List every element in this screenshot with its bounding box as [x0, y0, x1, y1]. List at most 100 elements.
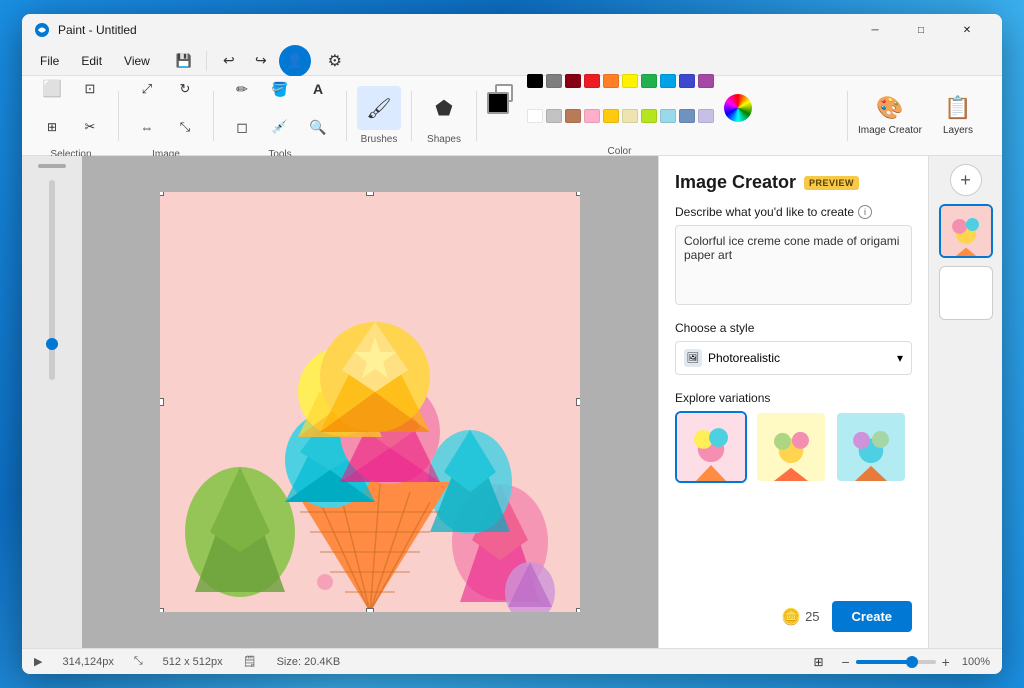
select-free-btn[interactable]: ⊡ — [72, 71, 108, 107]
sep1 — [118, 91, 119, 141]
eyedropper-btn[interactable]: 💉 — [262, 109, 298, 145]
color-swatch[interactable] — [546, 74, 562, 88]
zoom-track[interactable] — [49, 180, 55, 380]
tools-group: ✏ 🪣 A ◻ 💉 🔍 Tools — [224, 71, 336, 160]
variation-2-img — [757, 413, 825, 481]
select-crop-btn[interactable]: ✂ — [72, 109, 108, 145]
layers-icon: 📋 — [944, 95, 971, 121]
color-swatch[interactable] — [641, 74, 657, 88]
zoom-thumb[interactable] — [46, 338, 58, 350]
resize-btn[interactable]: ⤢ — [129, 71, 165, 107]
shapes-group: ⬟ Shapes — [422, 86, 466, 145]
color-swatch[interactable] — [527, 109, 543, 123]
main-area: Image Creator PREVIEW Describe what you'… — [22, 156, 1002, 648]
left-panel — [22, 156, 82, 648]
preview-badge: PREVIEW — [804, 176, 859, 190]
color-swatch[interactable] — [698, 74, 714, 88]
describe-label: Describe what you'd like to create — [675, 205, 854, 219]
color-swatch[interactable] — [679, 74, 695, 88]
image-creator-icon: 🎨 — [876, 95, 903, 121]
color-swatch[interactable] — [641, 109, 657, 123]
color-swatch[interactable] — [679, 109, 695, 123]
thumbnail-panel: + — [928, 156, 1002, 648]
menu-edit[interactable]: Edit — [71, 50, 112, 72]
color-swatch[interactable] — [603, 109, 619, 123]
transform-btn[interactable]: ⤡ — [167, 109, 203, 145]
color-swatch[interactable] — [584, 74, 600, 88]
create-button[interactable]: Create — [832, 601, 912, 632]
variation-1-img — [677, 413, 745, 481]
color-swatch[interactable] — [565, 74, 581, 88]
view-toggle-btn[interactable]: ⊞ — [807, 651, 829, 673]
chevron-down-icon: ▾ — [897, 351, 903, 365]
style-label: Choose a style — [675, 321, 912, 335]
info-icon[interactable]: i — [858, 205, 872, 219]
shapes-label: Shapes — [427, 134, 461, 145]
main-toolbar: ⬜ ⊡ ⊞ ✂ Selection ⤢ ↻ ⇔ ⤡ Image — [22, 76, 1002, 156]
minimize-button[interactable]: ─ — [852, 14, 898, 46]
thumbnail-1[interactable] — [939, 204, 993, 258]
brush-main-btn[interactable]: 🖌 — [357, 86, 401, 130]
pencil-btn[interactable]: ✏ — [224, 71, 260, 107]
status-dimensions: 512 x 512px — [163, 656, 223, 668]
color-swatch[interactable] — [660, 74, 676, 88]
canvas-area[interactable] — [82, 156, 658, 648]
eraser-btn[interactable]: ◻ — [224, 109, 260, 145]
sep3 — [346, 91, 347, 141]
image-creator-toolbar-btn[interactable]: 🎨 Image Creator — [858, 86, 922, 146]
sep5 — [476, 91, 477, 141]
select-extra-btn[interactable]: ⊞ — [34, 109, 70, 145]
menu-file[interactable]: File — [30, 50, 69, 72]
variation-1[interactable] — [675, 411, 747, 483]
fill-btn[interactable]: 🪣 — [262, 71, 298, 107]
play-icon: ▶ — [34, 655, 42, 668]
image-creator-toolbar-label: Image Creator — [858, 125, 922, 136]
sep6 — [847, 91, 848, 141]
bottom-actions: 🪙 25 Create — [675, 593, 912, 632]
window-title: Paint - Untitled — [58, 23, 844, 37]
variation-3[interactable] — [835, 411, 907, 483]
color-swatch[interactable] — [660, 109, 676, 123]
zoom-minus-btn[interactable]: − — [841, 654, 849, 670]
rotate-btn[interactable]: ↻ — [167, 71, 203, 107]
coordinates-value: 314,124px — [62, 656, 113, 668]
magnify-btn[interactable]: 🔍 — [300, 109, 336, 145]
primary-color-swatch[interactable] — [487, 92, 509, 114]
style-select[interactable]: 🖼 Photorealistic ▾ — [675, 341, 912, 375]
menu-view[interactable]: View — [114, 50, 160, 72]
color-palette-row1 — [527, 74, 716, 107]
color-wheel-btn[interactable] — [724, 94, 752, 122]
color-swatch[interactable] — [622, 109, 638, 123]
layers-toolbar-btn[interactable]: 📋 Layers — [926, 86, 990, 146]
style-select-inner: 🖼 Photorealistic — [684, 349, 780, 367]
brushes-group: 🖌 Brushes — [357, 86, 401, 145]
resize-icon: ⤡ — [134, 655, 143, 668]
prompt-input[interactable]: Colorful ice creme cone made of origami … — [675, 225, 912, 305]
color-swatch[interactable] — [546, 109, 562, 123]
color-swatch[interactable] — [584, 109, 600, 123]
zoom-plus-btn[interactable]: + — [942, 654, 950, 670]
canvas-image[interactable] — [160, 192, 580, 612]
color-swatch[interactable] — [698, 109, 714, 123]
zoom-bar[interactable] — [856, 660, 936, 664]
shapes-main-btn[interactable]: ⬟ — [422, 86, 466, 130]
app-icon — [34, 22, 50, 38]
flip-btn[interactable]: ⇔ — [129, 109, 165, 145]
status-resize: ⤡ — [134, 655, 143, 668]
close-button[interactable]: ✕ — [944, 14, 990, 46]
color-selector[interactable] — [487, 92, 523, 124]
credits-value: 25 — [805, 609, 819, 624]
color-swatch[interactable] — [622, 74, 638, 88]
select-rect-btn[interactable]: ⬜ — [34, 71, 70, 107]
color-picker-area — [724, 94, 752, 122]
add-layer-btn[interactable]: + — [950, 164, 982, 196]
color-palette-row2 — [527, 109, 716, 142]
color-swatch[interactable] — [603, 74, 619, 88]
title-bar: Paint - Untitled ─ □ ✕ — [22, 14, 1002, 46]
text-btn[interactable]: A — [300, 71, 336, 107]
maximize-button[interactable]: □ — [898, 14, 944, 46]
variation-2[interactable] — [755, 411, 827, 483]
status-coordinates: 314,124px — [62, 656, 113, 668]
color-swatch[interactable] — [565, 109, 581, 123]
color-swatch[interactable] — [527, 74, 543, 88]
